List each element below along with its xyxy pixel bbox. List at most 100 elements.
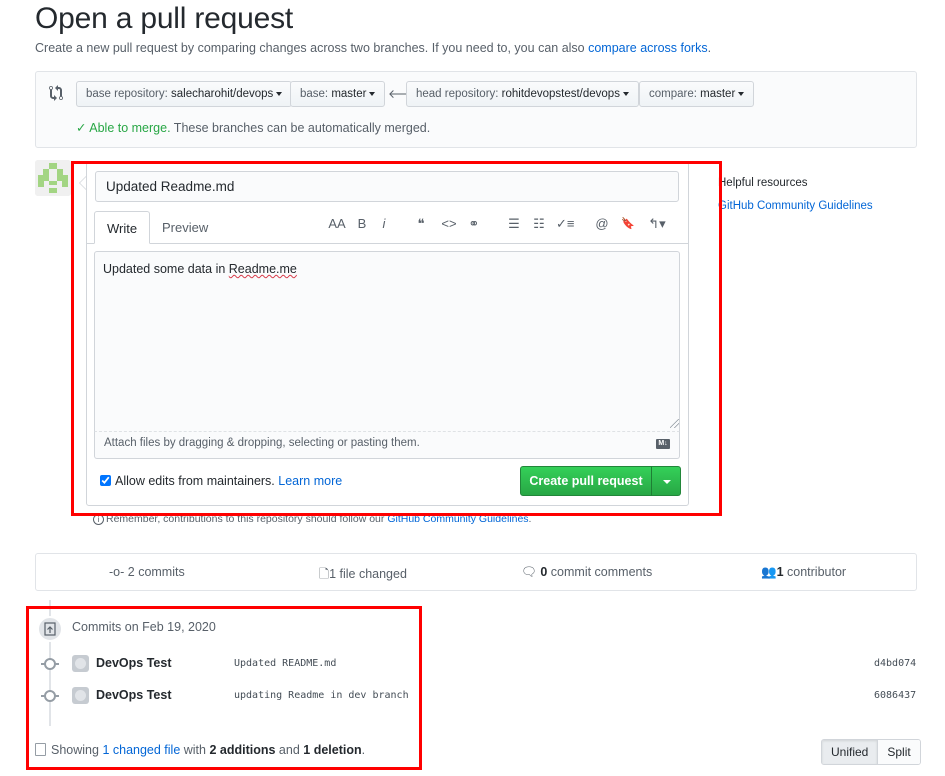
base-branch-value: master bbox=[331, 88, 367, 100]
tab-write[interactable]: Write bbox=[94, 211, 151, 244]
header-text-icon[interactable]: AA bbox=[328, 215, 346, 233]
create-options-dropdown[interactable] bbox=[651, 466, 681, 496]
subtitle-end: . bbox=[707, 41, 712, 55]
contributors-stat[interactable]: 👥1 contributor bbox=[761, 565, 846, 580]
reply-icon[interactable]: ↰▾ bbox=[645, 215, 669, 233]
comment-icon: 🗨 bbox=[521, 565, 537, 579]
commits-count: 2 bbox=[127, 565, 135, 579]
comments-label: commit comments bbox=[547, 565, 653, 579]
summary-mid: with bbox=[180, 743, 210, 757]
resize-handle[interactable] bbox=[670, 419, 679, 428]
allow-edits-option[interactable]: Allow edits from maintainers. Learn more bbox=[100, 474, 342, 488]
mention-icon[interactable]: @ bbox=[595, 215, 609, 233]
form-pointer-inner bbox=[80, 177, 86, 189]
code-icon[interactable]: <> bbox=[441, 215, 457, 233]
commits-stat[interactable]: -o- 2 commits bbox=[109, 565, 185, 579]
head-repository-label: head repository: bbox=[416, 88, 502, 100]
compare-branch-select[interactable]: compare: master bbox=[639, 81, 755, 107]
contributors-count: 1 bbox=[776, 565, 784, 579]
markdown-icon[interactable]: M↓ bbox=[656, 439, 670, 449]
learn-more-link[interactable]: Learn more bbox=[278, 474, 342, 488]
unordered-list-icon[interactable]: ☰ bbox=[507, 215, 521, 233]
caret-down-icon bbox=[622, 91, 629, 96]
pr-body-text: Updated some data in bbox=[103, 262, 229, 276]
file-attachment-bar[interactable]: Attach files by dragging & dropping, sel… bbox=[94, 432, 680, 459]
summary-and: and bbox=[275, 743, 304, 757]
base-repository-select[interactable]: base repository: salecharohit/devops bbox=[76, 81, 293, 107]
people-icon: 👥 bbox=[761, 565, 777, 579]
commit-author[interactable]: DevOps Test bbox=[96, 656, 172, 670]
unified-view-button[interactable]: Unified bbox=[822, 740, 879, 764]
merge-ok-text: ✓ Able to merge. bbox=[76, 121, 171, 135]
contributors-label: contributor bbox=[783, 565, 847, 579]
deletions-count: 1 deletion bbox=[303, 743, 362, 757]
diff-summary: Showing 1 changed file with 2 additions … bbox=[35, 743, 365, 757]
commit-message[interactable]: updating Readme in dev branch bbox=[234, 690, 409, 701]
file-diff-icon: 🗋 bbox=[319, 567, 330, 581]
merge-status-text: These branches can be automatically merg… bbox=[170, 121, 431, 135]
commit-node-icon bbox=[44, 658, 56, 670]
head-repository-select[interactable]: head repository: rohitdevopstest/devops bbox=[406, 81, 639, 107]
split-view-button[interactable]: Split bbox=[878, 740, 920, 764]
quote-icon[interactable]: ❝ bbox=[413, 215, 429, 233]
base-branch-label: base: bbox=[300, 88, 332, 100]
commit-author[interactable]: DevOps Test bbox=[96, 688, 172, 702]
italic-icon[interactable]: i bbox=[379, 215, 389, 233]
repo-push-glyph bbox=[44, 622, 56, 636]
merge-status: ✓ Able to merge. These branches can be a… bbox=[76, 120, 430, 135]
commit-node-icon bbox=[44, 690, 56, 702]
link-icon[interactable]: ⚭ bbox=[466, 215, 482, 233]
commit-author-avatar[interactable] bbox=[72, 687, 89, 704]
repo-push-icon bbox=[37, 616, 63, 642]
commit-sha[interactable]: 6086437 bbox=[874, 690, 916, 701]
helpful-resources-title: Helpful resources bbox=[718, 177, 808, 189]
remember-text: Remember, contributions to this reposito… bbox=[106, 513, 388, 525]
summary-prefix: Showing bbox=[51, 743, 103, 757]
page-subtitle: Create a new pull request by comparing c… bbox=[35, 41, 711, 55]
commit-sha[interactable]: d4bd074 bbox=[874, 658, 916, 669]
attach-files-text: Attach files by dragging & dropping, sel… bbox=[104, 437, 420, 449]
commit-comments-stat[interactable]: 🗨 0 commit comments bbox=[521, 565, 652, 580]
base-repository-label: base repository: bbox=[86, 88, 172, 100]
ordered-list-icon[interactable]: ☷ bbox=[532, 215, 546, 233]
base-branch-select[interactable]: base: master bbox=[290, 81, 386, 107]
compare-branch-label: compare: bbox=[649, 88, 701, 100]
compare-branch-value: master bbox=[700, 88, 736, 100]
pr-title-input[interactable] bbox=[95, 171, 679, 202]
allow-edits-label: Allow edits from maintainers. bbox=[115, 474, 275, 488]
remember-end: . bbox=[528, 513, 532, 525]
pr-stats-bar: -o- 2 commits 🗋1 file changed 🗨 0 commit… bbox=[35, 553, 917, 591]
user-avatar[interactable] bbox=[35, 160, 71, 196]
pr-body-textarea[interactable]: Updated some data in Readme.me bbox=[94, 251, 680, 432]
files-label: file changed bbox=[336, 567, 407, 581]
changed-files-link[interactable]: 1 changed file bbox=[102, 743, 180, 757]
summary-end: . bbox=[361, 743, 366, 757]
allow-edits-checkbox[interactable] bbox=[100, 475, 111, 486]
compare-across-forks-link[interactable]: compare across forks bbox=[588, 41, 707, 55]
pr-body-misspelled-word: Readme.me bbox=[228, 262, 297, 276]
caret-down-icon bbox=[369, 91, 376, 96]
caret-down-icon bbox=[276, 91, 283, 96]
contribution-reminder: i Remember, contributions to this reposit… bbox=[93, 513, 531, 525]
sidebar-community-guidelines-link[interactable]: GitHub Community Guidelines bbox=[718, 200, 873, 212]
base-repository-value: salecharohit/devops bbox=[171, 88, 274, 100]
saved-reply-icon[interactable]: 🔖 bbox=[621, 215, 635, 233]
head-repository-value: rohitdevopstest/devops bbox=[501, 88, 620, 100]
bold-icon[interactable]: B bbox=[356, 215, 368, 233]
task-list-icon[interactable]: ✓≡ bbox=[556, 215, 574, 233]
page-title: Open a pull request bbox=[35, 2, 294, 35]
diff-view-toggle: Unified Split bbox=[821, 739, 921, 765]
compare-range-box: base repository: salecharohit/devops bas… bbox=[35, 71, 917, 148]
community-guidelines-link[interactable]: GitHub Community Guidelines bbox=[387, 513, 528, 525]
tab-preview[interactable]: Preview bbox=[150, 211, 220, 244]
files-changed-stat[interactable]: 🗋1 file changed bbox=[319, 565, 407, 586]
commits-label: commits bbox=[134, 565, 185, 579]
page-subtitle-text: Create a new pull request by comparing c… bbox=[35, 41, 589, 55]
create-pull-request-button[interactable]: Create pull request bbox=[520, 466, 652, 496]
files-count: 1 bbox=[329, 567, 337, 581]
commit-message[interactable]: Updated README.md bbox=[234, 658, 336, 669]
info-icon: i bbox=[93, 514, 104, 525]
commit-author-avatar[interactable] bbox=[72, 655, 89, 672]
commit-group-title: Commits on Feb 19, 2020 bbox=[72, 620, 216, 634]
file-diff-icon bbox=[35, 743, 46, 756]
